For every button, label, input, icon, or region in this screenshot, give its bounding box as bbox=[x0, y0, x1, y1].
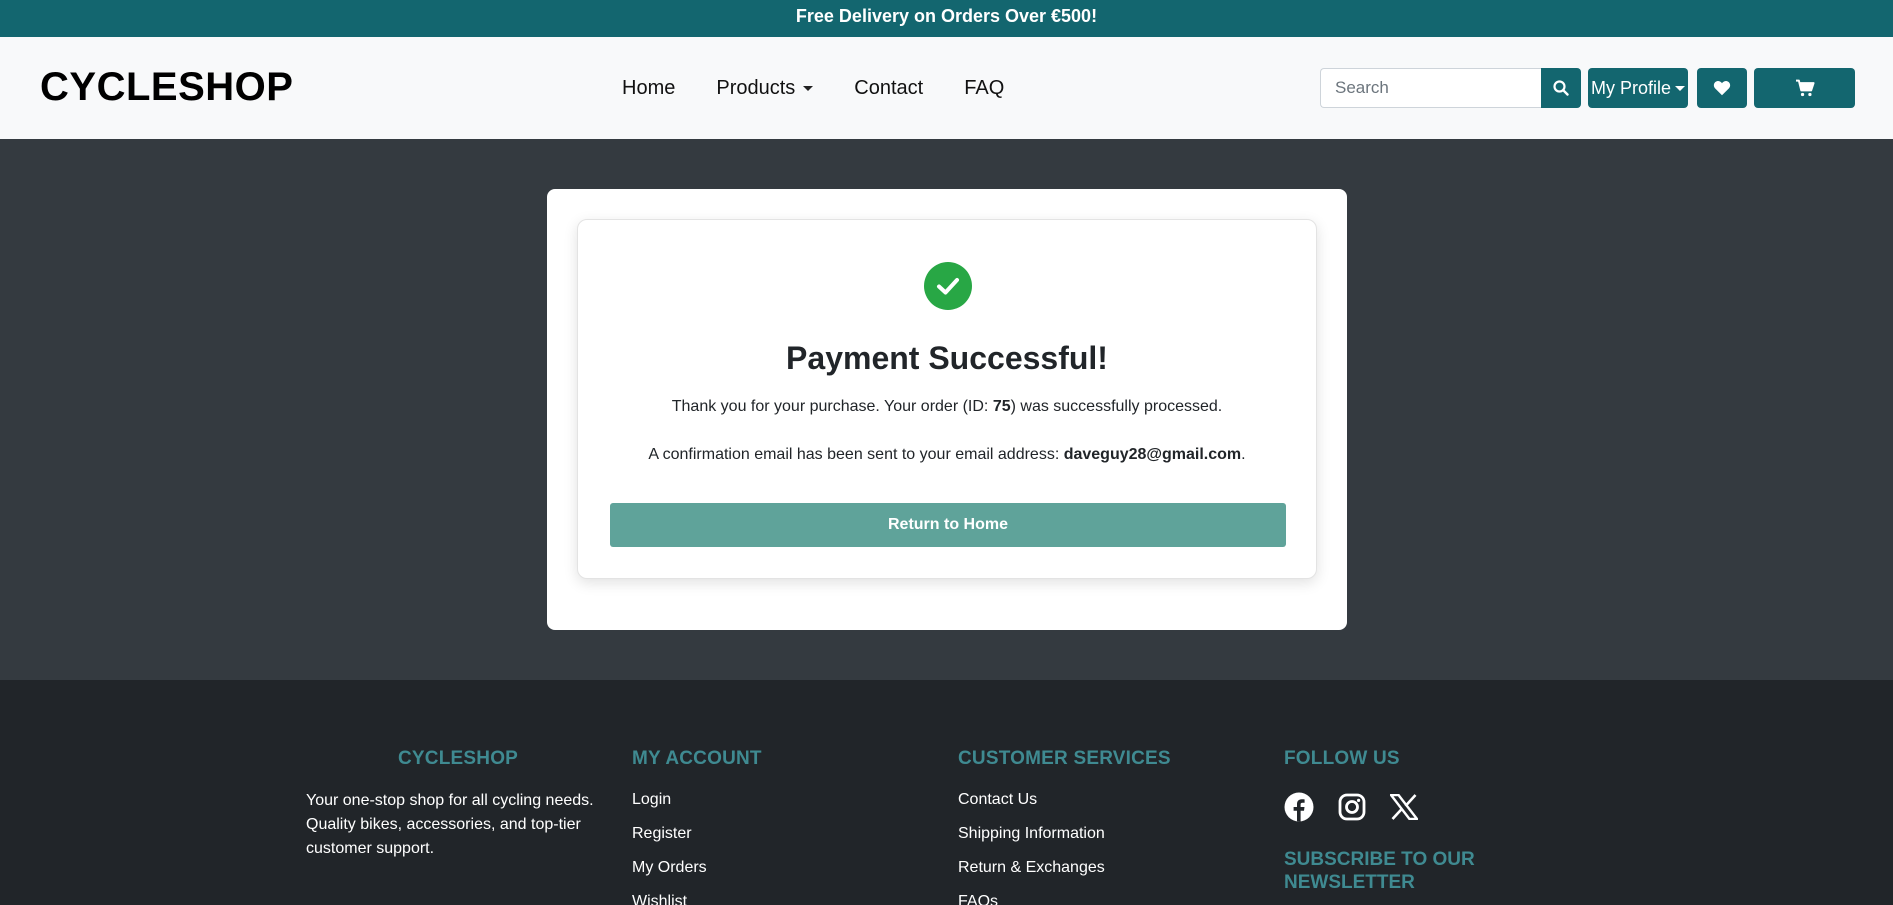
promo-banner: Free Delivery on Orders Over €500! bbox=[0, 0, 1893, 37]
x-icon[interactable] bbox=[1390, 794, 1418, 820]
profile-label: My Profile bbox=[1590, 77, 1671, 98]
footer-services-column: CUSTOMER SERVICES Contact Us Shipping In… bbox=[958, 748, 1171, 905]
payment-success-title: Payment Successful! bbox=[786, 340, 1108, 376]
navbar: CYCLESHOP Home Products Contact FAQ My P… bbox=[0, 37, 1893, 139]
nav-products-dropdown[interactable]: Products bbox=[716, 77, 814, 100]
heart-icon bbox=[1713, 81, 1731, 96]
nav-products-label: Products bbox=[716, 77, 796, 99]
order-id: 75 bbox=[992, 398, 1011, 415]
email-confirmation-message: A confirmation email has been sent to yo… bbox=[578, 446, 1316, 464]
footer-returns-link[interactable]: Return & Exchanges bbox=[958, 858, 1171, 892]
site-logo[interactable]: CYCLESHOP bbox=[40, 65, 293, 110]
confirmation-container: Payment Successful! Thank you for your p… bbox=[547, 189, 1347, 630]
confirmation-email: daveguy28@gmail.com bbox=[1063, 446, 1242, 463]
chevron-down-icon bbox=[803, 86, 814, 91]
nav-faq-link[interactable]: FAQ bbox=[964, 77, 1004, 100]
order-message-suffix: ) was successfully processed. bbox=[1010, 398, 1223, 415]
success-check-icon bbox=[924, 262, 972, 310]
footer-services-heading: CUSTOMER SERVICES bbox=[958, 748, 1171, 769]
promo-text: Free Delivery on Orders Over €500! bbox=[795, 6, 1098, 26]
search-input[interactable] bbox=[1320, 68, 1541, 108]
footer-follow-heading: FOLLOW US bbox=[1284, 748, 1400, 769]
return-to-home-button[interactable]: Return to Home bbox=[610, 503, 1286, 547]
search-form bbox=[1320, 68, 1581, 108]
footer-faqs-link[interactable]: FAQs bbox=[958, 892, 1171, 905]
main-nav: Home Products Contact FAQ bbox=[622, 77, 1045, 100]
footer-my-orders-link[interactable]: My Orders bbox=[632, 858, 762, 892]
footer-brand-column: CYCLESHOP Your one-stop shop for all cyc… bbox=[306, 748, 606, 861]
footer-wishlist-link[interactable]: Wishlist bbox=[632, 892, 762, 905]
cart-button[interactable] bbox=[1754, 68, 1855, 108]
social-links bbox=[1284, 792, 1524, 822]
footer-brand-text: Your one-stop shop for all cycling needs… bbox=[306, 792, 594, 857]
chevron-down-icon bbox=[1675, 85, 1685, 91]
facebook-icon[interactable] bbox=[1284, 792, 1314, 822]
footer-login-link[interactable]: Login bbox=[632, 790, 762, 824]
footer-contact-us-link[interactable]: Contact Us bbox=[958, 790, 1171, 824]
nav-home-link[interactable]: Home bbox=[622, 77, 675, 100]
footer-account-heading: MY ACCOUNT bbox=[632, 748, 762, 769]
instagram-icon[interactable] bbox=[1338, 793, 1366, 821]
footer-shipping-info-link[interactable]: Shipping Information bbox=[958, 824, 1171, 858]
email-message-prefix: A confirmation email has been sent to yo… bbox=[648, 446, 1064, 463]
email-message-suffix: . bbox=[1241, 446, 1246, 463]
nav-contact-link[interactable]: Contact bbox=[854, 77, 923, 100]
footer-brand-heading: CYCLESHOP bbox=[398, 748, 519, 769]
wishlist-button[interactable] bbox=[1697, 68, 1747, 108]
footer-register-link[interactable]: Register bbox=[632, 824, 762, 858]
shopping-cart-icon bbox=[1795, 79, 1815, 97]
order-message-prefix: Thank you for your purchase. Your order … bbox=[671, 398, 993, 415]
footer-follow-column: FOLLOW US SUBSCRIBE TO OUR NEWSLETTER bbox=[1284, 748, 1524, 894]
order-processed-message: Thank you for your purchase. Your order … bbox=[578, 398, 1316, 416]
footer-account-column: MY ACCOUNT Login Register My Orders Wish… bbox=[632, 748, 762, 905]
search-button[interactable] bbox=[1541, 68, 1581, 108]
search-icon bbox=[1553, 80, 1569, 96]
site-footer: CYCLESHOP Your one-stop shop for all cyc… bbox=[0, 680, 1893, 905]
newsletter-heading: SUBSCRIBE TO OUR NEWSLETTER bbox=[1284, 849, 1475, 893]
payment-success-card: Payment Successful! Thank you for your p… bbox=[577, 219, 1317, 579]
my-profile-dropdown[interactable]: My Profile bbox=[1588, 68, 1688, 108]
